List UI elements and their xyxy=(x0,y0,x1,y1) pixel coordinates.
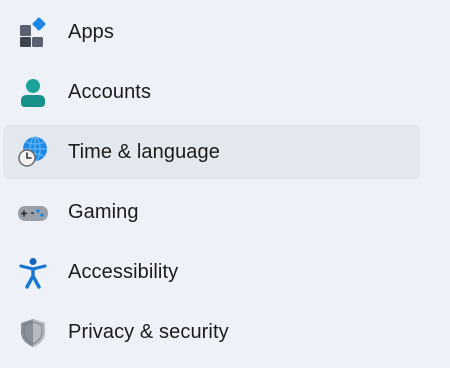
nav-item-label: Time & language xyxy=(68,141,220,163)
nav-item-label: Accounts xyxy=(68,81,152,103)
shield-icon xyxy=(17,317,49,349)
nav-item-accounts[interactable]: Accounts xyxy=(3,66,420,120)
accounts-icon xyxy=(17,77,49,109)
apps-icon xyxy=(17,17,49,49)
nav-item-time-language[interactable]: Time & language xyxy=(3,125,420,179)
nav-item-label: Accessibility xyxy=(68,261,179,283)
nav-item-accessibility[interactable]: Accessibility xyxy=(3,246,420,300)
nav-item-privacy-security[interactable]: Privacy & security xyxy=(3,306,420,360)
nav-item-apps[interactable]: Apps xyxy=(3,6,420,60)
nav-item-label: Privacy & security xyxy=(68,321,229,343)
time-language-icon xyxy=(17,136,49,168)
accessibility-icon xyxy=(17,257,49,289)
gaming-icon xyxy=(17,197,49,229)
nav-item-gaming[interactable]: Gaming xyxy=(3,186,420,240)
nav-item-label: Gaming xyxy=(68,201,139,223)
nav-item-label: Apps xyxy=(68,21,114,43)
settings-nav: Apps Accounts Time & language Gaming Acc… xyxy=(0,0,450,368)
